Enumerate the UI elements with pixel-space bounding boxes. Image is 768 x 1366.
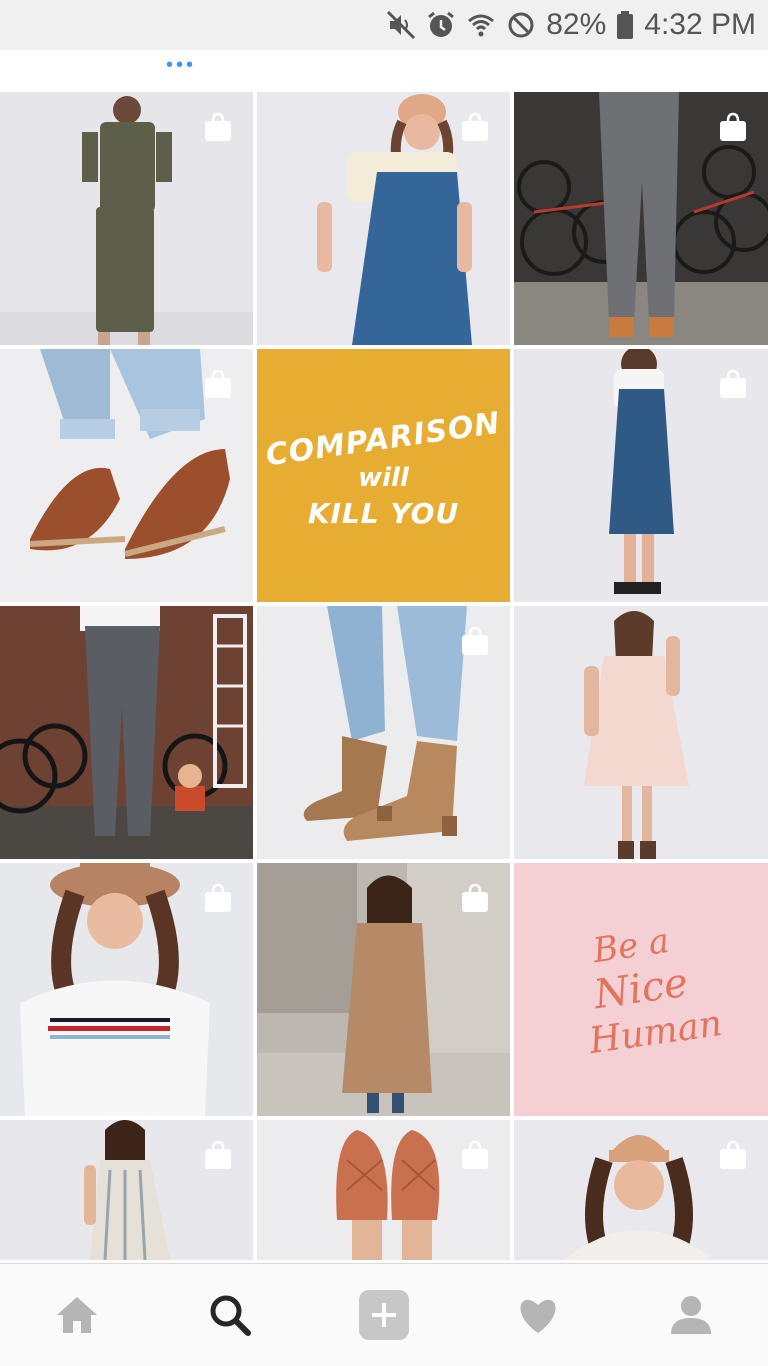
search-icon xyxy=(210,1295,252,1336)
grid-tile[interactable] xyxy=(0,349,253,602)
grid-tile[interactable] xyxy=(0,1120,253,1260)
grid-tile[interactable] xyxy=(0,92,253,345)
nav-profile-button[interactable] xyxy=(661,1285,721,1345)
grid-tile-quote-yellow[interactable]: COMPARISON will KILL YOU xyxy=(257,349,510,602)
shopping-bag-icon xyxy=(205,883,231,912)
shopping-bag-icon xyxy=(205,369,231,398)
photo-pink-dress xyxy=(514,606,768,859)
shopping-bag-icon xyxy=(720,112,746,141)
grid-tile[interactable] xyxy=(257,606,510,859)
shopping-bag-icon xyxy=(462,1140,488,1169)
nav-activity-button[interactable] xyxy=(508,1285,568,1345)
bottom-nav xyxy=(0,1263,768,1366)
profile-icon xyxy=(671,1296,712,1334)
battery-icon xyxy=(616,10,634,40)
grid-tile[interactable] xyxy=(0,606,253,859)
quote-pink-text: Be a Nice Human xyxy=(514,863,768,1116)
explore-grid: COMPARISON will KILL YOU Be a Nice Human xyxy=(0,92,768,1260)
shopping-bag-icon xyxy=(462,112,488,141)
mute-icon xyxy=(386,10,416,40)
shopping-bag-icon xyxy=(720,1140,746,1169)
clock: 4:32 PM xyxy=(644,8,756,41)
shopping-bag-icon xyxy=(205,112,231,141)
grid-tile[interactable] xyxy=(514,92,768,345)
grid-tile[interactable] xyxy=(514,606,768,859)
shopping-bag-icon xyxy=(462,883,488,912)
status-bar: 82% 4:32 PM xyxy=(0,0,768,50)
grid-tile-quote-pink[interactable]: Be a Nice Human xyxy=(514,863,768,1116)
nav-home-button[interactable] xyxy=(47,1285,107,1345)
add-post-icon xyxy=(358,1290,409,1340)
shopping-bag-icon xyxy=(720,369,746,398)
shopping-bag-icon xyxy=(205,1140,231,1169)
wifi-icon xyxy=(466,10,496,40)
grid-tile[interactable] xyxy=(514,349,768,602)
home-icon xyxy=(56,1297,97,1333)
grid-tile[interactable] xyxy=(0,863,253,1116)
dots-icon[interactable]: ••• xyxy=(166,54,196,77)
battery-percent: 82% xyxy=(546,8,607,41)
tab-strip: ••• xyxy=(0,50,768,112)
alarm-icon xyxy=(426,10,456,40)
quote-line: KILL YOU xyxy=(307,496,460,530)
nav-search-button[interactable] xyxy=(200,1285,260,1345)
nav-add-button[interactable] xyxy=(354,1285,414,1345)
grid-tile[interactable] xyxy=(257,92,510,345)
no-disturb-icon xyxy=(506,10,536,40)
quote-yellow-text: COMPARISON will KILL YOU xyxy=(257,349,510,602)
grid-tile[interactable] xyxy=(514,1120,768,1260)
photo-jeans-back-bikes xyxy=(0,606,253,859)
shopping-bag-icon xyxy=(462,626,488,655)
grid-tile[interactable] xyxy=(257,863,510,1116)
grid-tile[interactable] xyxy=(257,1120,510,1260)
heart-icon xyxy=(520,1299,556,1333)
quote-line: will xyxy=(358,462,409,493)
